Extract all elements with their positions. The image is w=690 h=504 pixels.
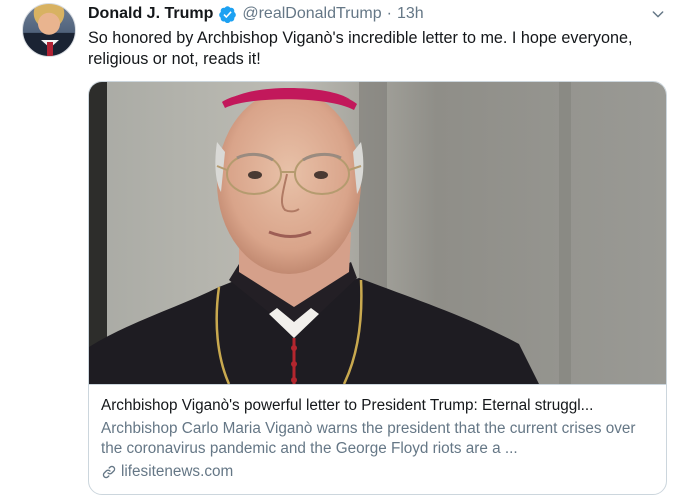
tweet-header: Donald J. Trump @realDonaldTrump · 13h	[88, 3, 424, 25]
card-domain-row[interactable]: lifesitenews.com	[101, 462, 656, 482]
card-description: Archbishop Carlo Maria Viganò warns the …	[101, 420, 636, 457]
link-icon	[102, 465, 116, 479]
avatar-tie	[47, 42, 53, 56]
author-handle[interactable]: @realDonaldTrump	[242, 5, 381, 23]
tweet-text: So honored by Archbishop Viganò's incred…	[88, 29, 633, 68]
card-body[interactable]: Archbishop Viganò's powerful letter to P…	[89, 384, 666, 494]
card-domain[interactable]: lifesitenews.com	[121, 462, 233, 482]
author-name[interactable]: Donald J. Trump	[88, 5, 213, 23]
verified-badge-icon	[219, 5, 237, 23]
timestamp[interactable]: 13h	[397, 5, 424, 23]
avatar[interactable]	[22, 3, 76, 57]
card-title[interactable]: Archbishop Viganò's powerful letter to P…	[101, 396, 656, 416]
card-image-photo-of-archbishop[interactable]	[89, 82, 667, 384]
chevron-down-icon[interactable]	[650, 6, 666, 22]
separator-dot: ·	[386, 5, 392, 22]
link-card[interactable]: Archbishop Viganò's powerful letter to P…	[88, 81, 667, 495]
tweet[interactable]: Donald J. Trump @realDonaldTrump · 13h S…	[0, 0, 690, 504]
